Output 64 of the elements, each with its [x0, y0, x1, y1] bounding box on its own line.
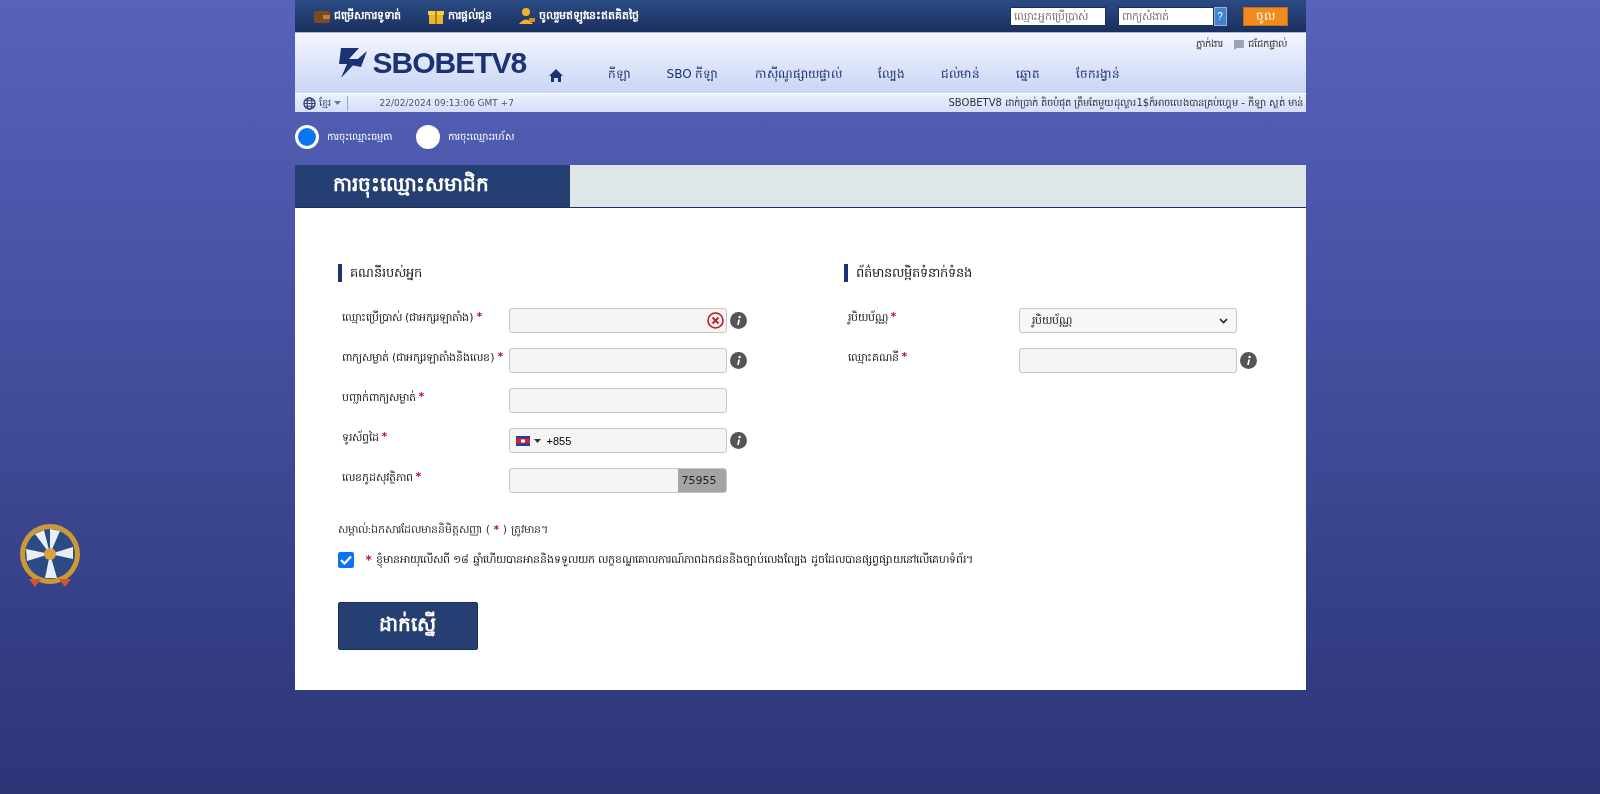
agent-link[interactable]: ភ្នាក់ងារ [1195, 37, 1223, 52]
phone-field[interactable]: +855 [508, 428, 727, 453]
logo-text: SBOBETV8 [372, 46, 527, 80]
input-field[interactable] [1018, 348, 1237, 373]
person-icon [517, 7, 536, 25]
currency-dropdown[interactable]: រូបិយប័ណ្ណ [1018, 308, 1237, 333]
required-mark: * [365, 553, 372, 567]
top-link[interactable]: ចូលរួមឥឡូវនេះឥតគិតថ្លៃ [517, 7, 639, 25]
caret-icon [533, 438, 541, 443]
chevron-icon [1218, 317, 1228, 324]
field-label: រូបិយប័ណ្ណ [847, 310, 888, 326]
wallet-icon [312, 8, 331, 24]
radio-button[interactable] [415, 125, 440, 149]
required-mark: * [381, 430, 388, 445]
nav-item[interactable]: SBO កីឡា [648, 66, 737, 84]
section-heading: ព័ត៌មានលម្អិតទំនាក់ទំនង [843, 264, 1264, 282]
input-field[interactable] [508, 308, 727, 333]
nav-item[interactable]: ចែករង្វាន់ [1057, 66, 1138, 84]
required-mark: * [415, 470, 422, 485]
username-field[interactable]: ឈ្មោះអ្នកប្រើប្រាស់ [1009, 6, 1106, 26]
field-label: លេខកូដសុវត្ថិភាព [341, 470, 413, 486]
home-icon[interactable] [547, 67, 564, 83]
required-mark: * [418, 390, 425, 405]
page-title: ការចុះឈ្មោះសមាជិក [294, 165, 570, 207]
date-time: 22/02/2024 09:13:06 GMT +7 [379, 98, 514, 108]
required-mark: * [476, 310, 483, 325]
submit-button[interactable]: ដាក់ស្នើ [337, 602, 478, 650]
required-mark: * [901, 350, 908, 365]
nav-item[interactable]: កីឡា [589, 66, 649, 84]
section-heading: គណនីរបស់អ្នក [337, 264, 844, 282]
top-link[interactable]: ការផ្តល់ជូន [426, 7, 492, 25]
radio-button[interactable] [294, 125, 319, 149]
globe-icon [302, 96, 316, 110]
cambodia-flag-icon [515, 435, 530, 446]
field-label: ឈ្មោះគណនី [847, 350, 899, 366]
field-label: បញ្ជាក់ពាក្យសម្ងាត់ [341, 390, 416, 406]
field-label: ទូរស័ព្ទដៃ [341, 430, 379, 446]
agree-checkbox[interactable] [337, 552, 354, 568]
input-field[interactable] [508, 388, 727, 413]
field-label: ឈ្មោះប្រើប្រាស់ (ជាអក្សរឡាតាំង) [341, 310, 474, 326]
live-chat-link[interactable]: ជជែកផ្ទាល់ [1247, 37, 1288, 52]
phone-input[interactable]: +855 [546, 430, 724, 451]
info-icon[interactable] [729, 352, 747, 369]
required-mark: * [890, 310, 897, 325]
language-selector[interactable]: ខ្មែរ [302, 95, 348, 111]
radio-label[interactable]: ការចុះឈ្មោះធម្មតា [326, 129, 392, 145]
nav-item[interactable]: កាស៊ីណូផ្សាយផ្ទាល់ [736, 66, 860, 84]
caret-icon [333, 101, 341, 105]
required-note: សម្គាល់:ឯកសារដែលមាននិមិត្តសញ្ញា ( * ) ត្រូវមាន។ [337, 522, 549, 538]
top-link[interactable]: ជម្រើសការទូទាត់ [312, 7, 401, 25]
info-icon[interactable] [729, 432, 747, 449]
nav-item[interactable]: ឆ្នោត [997, 66, 1058, 84]
info-icon[interactable] [1239, 352, 1257, 369]
input-field[interactable] [508, 348, 727, 373]
required-mark: * [497, 350, 504, 365]
nav-item[interactable]: ជល់មាន់ [922, 66, 998, 84]
field-label: ពាក្យសម្ងាត់ (ជាអក្សរឡាតាំងនិងលេខ) [341, 350, 495, 366]
password-field[interactable]: ពាក្យសំងាត់ [1117, 6, 1214, 26]
info-icon[interactable] [729, 312, 747, 329]
nav-item[interactable]: ល្បែង [859, 66, 923, 84]
chat-icon [1232, 38, 1245, 51]
news-ticker: SBOBETV8 ដាក់ប្រាក់ តិចបំផុត ត្រឹមតែមួយដុល្លារ1$ក៏អាចលេងបានគ្រប់ហ្គេម - កីឡា ស្លត់ មាន់ [948, 95, 1305, 111]
radio-label[interactable]: ការចុះឈ្មោះរហ័ស [447, 129, 515, 145]
agreement-text: ខ្ញុំមានអាយុលើសពី ១៨ ឆ្នាំហើយបានអាននិងទទួលយក លក្ខខណ្ឌគោលការណ៍ភាពឯកជននិងច្បាប់លេងល្បែង ដូចដែលបានផ្សព្វផ្សាយនៅលើគេហទំព័រ។ [375, 552, 973, 568]
